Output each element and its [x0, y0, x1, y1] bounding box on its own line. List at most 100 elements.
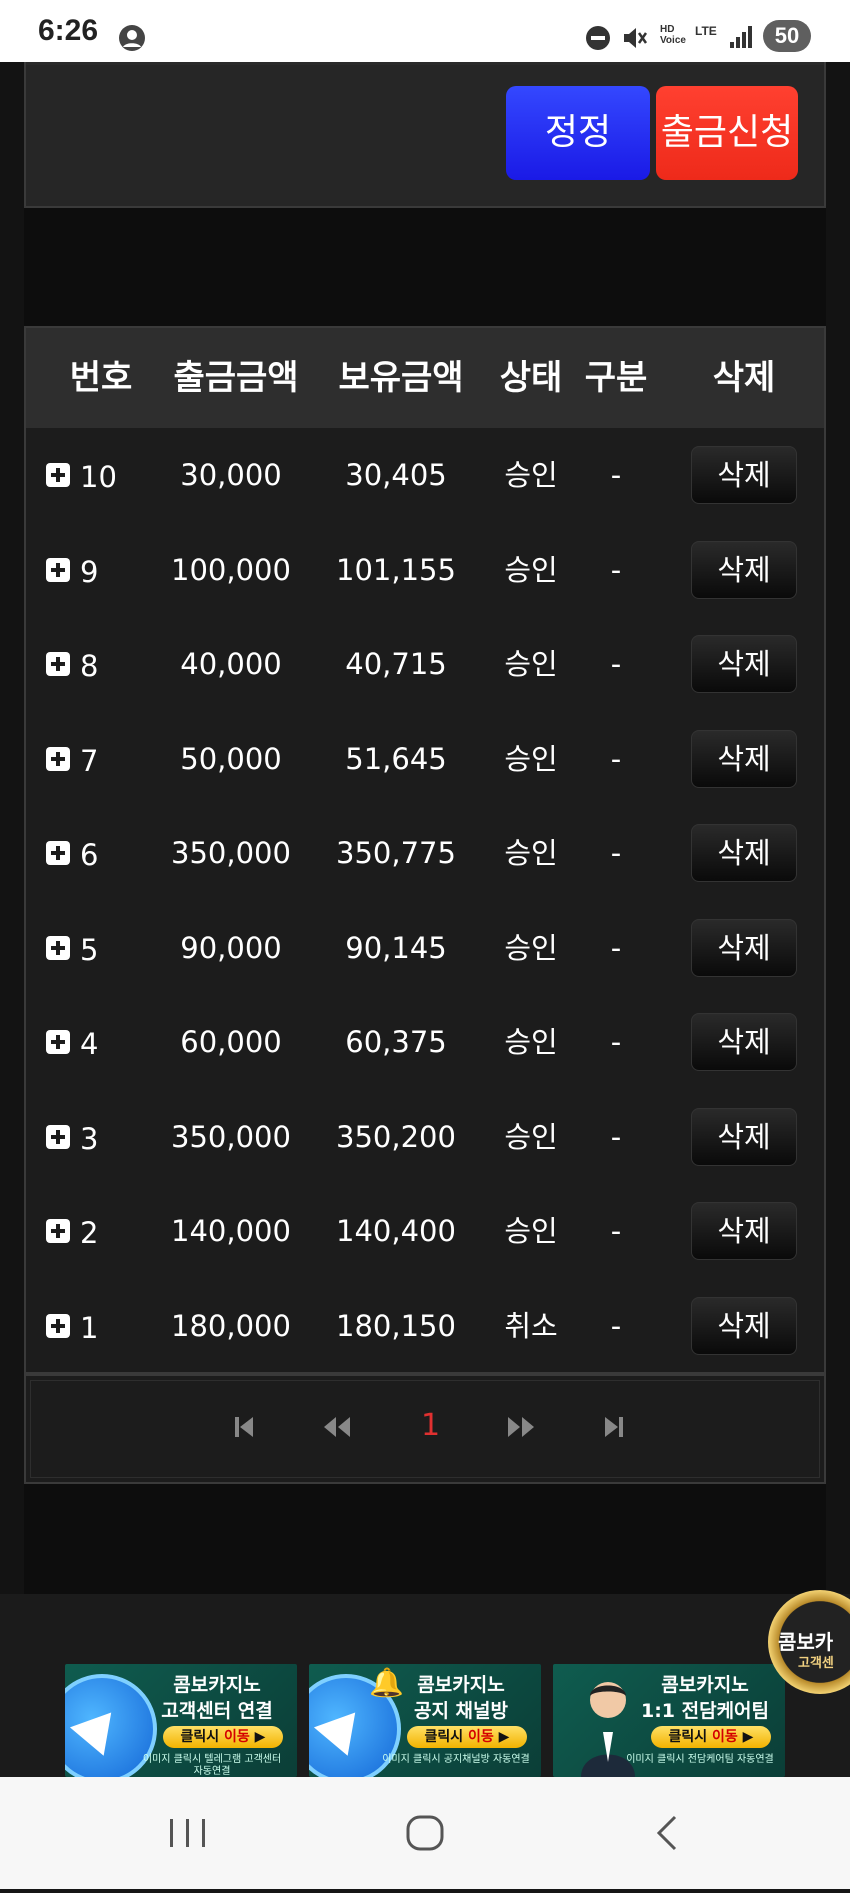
header-balance: 보유금액: [338, 358, 464, 398]
home-icon[interactable]: [365, 1777, 485, 1889]
row-number[interactable]: 9: [46, 523, 156, 619]
banner-note: 이미지 클릭시 공지채널방 자동연결: [382, 1754, 530, 1765]
prev-page-icon[interactable]: [322, 1376, 352, 1476]
header-delete: 삭제: [712, 358, 776, 398]
status-text: 승인: [504, 647, 558, 681]
expand-plus-icon[interactable]: [46, 935, 70, 960]
row-number-text: 6: [80, 838, 99, 872]
recent-apps-icon[interactable]: [128, 1777, 248, 1889]
expand-plus-icon[interactable]: [46, 652, 70, 676]
row-number-text: 8: [80, 649, 99, 683]
delete-button[interactable]: 삭제: [691, 635, 797, 693]
delete-button[interactable]: 삭제: [691, 729, 797, 788]
status-text: 승인: [504, 836, 558, 870]
notice-channel-banner[interactable]: 🔔 콤보카지노 공지 채널방 클릭시 이동 ▶ 이미지 클릭시 공지채널방 자동…: [309, 1664, 541, 1777]
status-text: 승인: [504, 930, 558, 965]
type-text: -: [610, 741, 622, 776]
type-text: -: [610, 552, 622, 587]
row-number[interactable]: 4: [46, 995, 156, 1091]
expand-plus-icon[interactable]: [46, 746, 70, 771]
table-row: 4 60,000 60,375 승인 - 삭제: [26, 995, 824, 1090]
type-text: -: [610, 930, 622, 965]
next-page-icon[interactable]: [506, 1376, 536, 1476]
delete-button[interactable]: 삭제: [691, 1013, 797, 1071]
withdraw-amount: 60,000: [180, 1025, 282, 1059]
withdrawal-table: 번호 출금금액 보유금액 상태 구분 삭제 10 30,000 30,405 승…: [24, 326, 826, 1374]
do-not-disturb-icon: [585, 25, 611, 56]
banner-cta: 클릭시 이동 ▶: [651, 1726, 771, 1748]
row-number[interactable]: 6: [46, 806, 156, 902]
battery-indicator: 50: [763, 20, 811, 52]
type-text: -: [610, 1119, 622, 1154]
header-no: 번호: [69, 358, 133, 398]
delete-button[interactable]: 삭제: [691, 918, 797, 977]
balance-amount: 60,375: [345, 1025, 447, 1059]
row-number-text: 9: [80, 554, 99, 589]
row-number[interactable]: 7: [46, 712, 156, 808]
table-row: 6 350,000 350,775 승인 - 삭제: [26, 806, 824, 901]
withdraw-amount: 40,000: [180, 647, 282, 681]
row-number[interactable]: 1: [46, 1279, 156, 1375]
expand-plus-icon[interactable]: [46, 1313, 70, 1338]
first-page-icon[interactable]: [231, 1376, 257, 1476]
current-page[interactable]: 1: [421, 1376, 440, 1476]
banner-note: 이미지 클릭시 전담케어팀 자동연결: [626, 1754, 774, 1765]
withdraw-request-button[interactable]: 출금신청: [656, 86, 798, 180]
edit-button[interactable]: 정정: [506, 86, 650, 180]
panel-accent: [26, 62, 824, 65]
expand-plus-icon[interactable]: [46, 1030, 70, 1054]
care-team-banner[interactable]: 콤보카지노 1:1 전담케어팀 클릭시 이동 ▶ 이미지 클릭시 전담케어팀 자…: [553, 1664, 785, 1777]
row-number[interactable]: 10: [46, 428, 156, 524]
withdraw-amount: 140,000: [171, 1214, 291, 1248]
balance-amount: 350,775: [336, 836, 456, 870]
status-text: 승인: [504, 1025, 558, 1059]
banner-title: 콤보카지노: [661, 1674, 749, 1696]
row-number-text: 10: [80, 460, 117, 494]
type-text: -: [610, 1025, 622, 1059]
header-status: 상태: [499, 358, 563, 398]
cta-highlight: 이동: [224, 1729, 250, 1745]
row-number-text: 4: [80, 1027, 99, 1061]
customer-center-banner[interactable]: 콤보카지노 고객센터 연결 클릭시 이동 ▶ 이미지 클릭시 텔레그램 고객센터…: [65, 1664, 297, 1777]
delete-button[interactable]: 삭제: [691, 540, 797, 599]
last-page-icon[interactable]: [601, 1376, 627, 1476]
delete-button[interactable]: 삭제: [691, 1296, 797, 1355]
banner-title: 콤보카지노: [417, 1674, 505, 1696]
table-body: 10 30,000 30,405 승인 - 삭제 9 100,000 101,1…: [26, 428, 824, 1373]
cta-highlight: 이동: [468, 1729, 494, 1745]
withdraw-amount: 100,000: [171, 552, 291, 587]
cta-highlight: 이동: [712, 1729, 738, 1745]
spacer: [24, 208, 826, 326]
row-number[interactable]: 2: [46, 1184, 156, 1280]
delete-button[interactable]: 삭제: [691, 1202, 797, 1260]
banner-cta: 클릭시 이동 ▶: [163, 1726, 283, 1748]
balance-amount: 30,405: [345, 458, 447, 492]
balance-amount: 51,645: [345, 741, 447, 776]
system-nav-bar: [0, 1777, 850, 1889]
table-row: 7 50,000 51,645 승인 - 삭제: [26, 712, 824, 807]
expand-plus-icon[interactable]: [46, 463, 70, 487]
row-number[interactable]: 5: [46, 901, 156, 997]
expand-plus-icon[interactable]: [46, 1219, 70, 1243]
banner-note: 이미지 클릭시 텔레그램 고객센터 자동연결: [142, 1754, 282, 1777]
status-text: 승인: [504, 552, 558, 587]
spacer-bottom: [24, 1484, 826, 1594]
expand-plus-icon[interactable]: [46, 557, 70, 582]
row-number[interactable]: 8: [46, 617, 156, 713]
expand-plus-icon[interactable]: [46, 1124, 70, 1149]
row-number[interactable]: 3: [46, 1090, 156, 1186]
cta-prefix: 클릭시: [424, 1729, 469, 1745]
back-icon[interactable]: [603, 1777, 723, 1889]
row-number-text: 2: [80, 1216, 99, 1250]
row-number-text: 1: [80, 1310, 99, 1345]
delete-button[interactable]: 삭제: [691, 1107, 797, 1166]
table-row: 5 90,000 90,145 승인 - 삭제: [26, 901, 824, 996]
table-row: 10 30,000 30,405 승인 - 삭제: [26, 428, 824, 523]
delete-button[interactable]: 삭제: [691, 446, 797, 504]
type-text: -: [610, 1308, 622, 1343]
balance-amount: 350,200: [336, 1119, 456, 1154]
delete-button[interactable]: 삭제: [691, 824, 797, 882]
row-number-text: 7: [80, 743, 99, 778]
expand-plus-icon[interactable]: [46, 841, 70, 865]
banner-subtitle: 공지 채널방: [413, 1700, 508, 1722]
